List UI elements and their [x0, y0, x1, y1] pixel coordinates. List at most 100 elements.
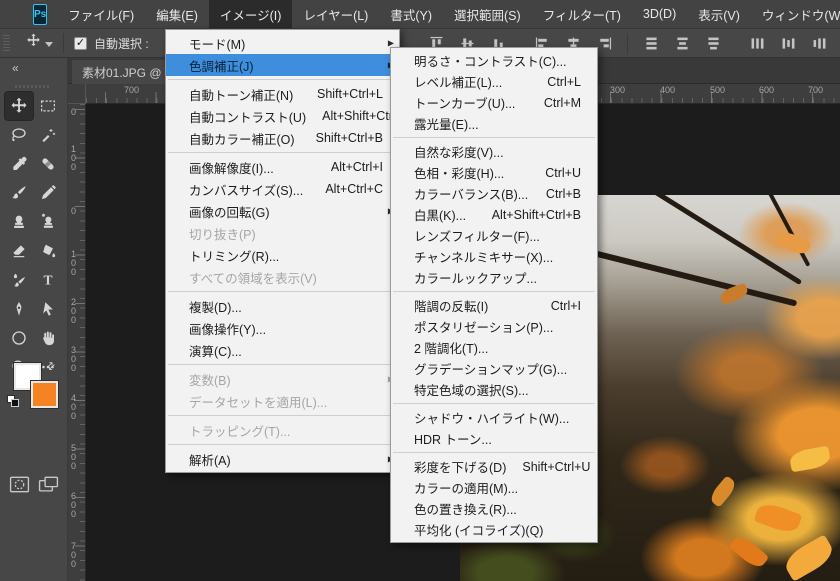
menu-item[interactable]: 複製(D)...: [166, 295, 399, 317]
menu-item[interactable]: 画像の回転(G)▶: [166, 200, 399, 222]
menu-item[interactable]: チャンネルミキサー(X)...: [391, 246, 597, 267]
panel-collapse-icon[interactable]: «: [12, 61, 18, 75]
screen-mode-icon[interactable]: [38, 476, 59, 498]
distribute-right-icon[interactable]: [808, 34, 830, 54]
menubar-item[interactable]: ファイル(F): [57, 0, 145, 28]
ruler-number: 600: [759, 85, 774, 95]
menubar-item[interactable]: 書式(Y): [379, 0, 443, 28]
panel-grip-icon[interactable]: [3, 35, 10, 51]
tool-pen[interactable]: [5, 295, 33, 323]
tool-mixer-brush[interactable]: [5, 266, 33, 294]
menu-item: データセットを適用(L)...: [166, 390, 399, 412]
tool-type[interactable]: T: [34, 266, 62, 294]
menu-item[interactable]: レベル補正(L)...Ctrl+L: [391, 71, 597, 92]
background-color-swatch[interactable]: [31, 381, 58, 408]
menu-item[interactable]: トリミング(R)...: [166, 244, 399, 266]
menu-item[interactable]: カラーの適用(M)...: [391, 477, 597, 498]
menu-item[interactable]: カラーバランス(B)...Ctrl+B: [391, 183, 597, 204]
tools-grid: T: [4, 91, 62, 381]
auto-select-label: 自動選択 :: [94, 35, 149, 52]
menu-item[interactable]: 自動トーン補正(N)Shift+Ctrl+L: [166, 83, 399, 105]
menubar-item[interactable]: 表示(V): [687, 0, 751, 28]
ruler-number: 0: [71, 207, 76, 216]
tool-hand[interactable]: [34, 324, 62, 352]
pen-icon: [10, 300, 28, 318]
menubar-item[interactable]: フィルター(T): [532, 0, 632, 28]
menu-item[interactable]: 画像操作(Y)...: [166, 317, 399, 339]
menu-item[interactable]: 解析(A)▶: [166, 448, 399, 470]
distribute-middle-icon[interactable]: [671, 34, 693, 54]
tool-magic-wand[interactable]: [34, 121, 62, 149]
menu-item[interactable]: 色相・彩度(H)...Ctrl+U: [391, 162, 597, 183]
lasso-icon: [10, 126, 28, 144]
menu-item[interactable]: 平均化 (イコライズ)(Q): [391, 519, 597, 540]
vertical-ruler[interactable]: 01 0 001 0 02 0 03 0 04 0 05 0 06 0 07 0…: [68, 104, 86, 581]
tool-rect-marquee[interactable]: [34, 92, 62, 120]
ruler-number: 0: [71, 108, 76, 117]
menu-item[interactable]: 自動コントラスト(U)Alt+Shift+Ctrl+L: [166, 105, 399, 127]
tool-eyedropper[interactable]: [5, 150, 33, 178]
menubar-item[interactable]: ウィンドウ(W): [751, 0, 840, 28]
menubar-item[interactable]: 選択範囲(S): [443, 0, 532, 28]
menu-item[interactable]: カンバスサイズ(S)...Alt+Ctrl+C: [166, 178, 399, 200]
menu-item[interactable]: 白黒(K)...Alt+Shift+Ctrl+B: [391, 204, 597, 225]
tool-paint-bucket[interactable]: [34, 237, 62, 265]
menu-item[interactable]: 演算(C)...: [166, 339, 399, 361]
chevron-down-icon[interactable]: [45, 42, 53, 47]
menu-item[interactable]: 自動カラー補正(O)Shift+Ctrl+B: [166, 127, 399, 149]
adjustments-submenu: 明るさ・コントラスト(C)...レベル補正(L)...Ctrl+Lトーンカーブ(…: [390, 47, 598, 543]
auto-select-checkbox[interactable]: ✓: [74, 37, 87, 50]
menu-item[interactable]: 画像解像度(I)...Alt+Ctrl+I: [166, 156, 399, 178]
menu-item[interactable]: 自然な彩度(V)...: [391, 141, 597, 162]
menu-item[interactable]: モード(M)▶: [166, 32, 399, 54]
menu-item[interactable]: HDR トーン...: [391, 428, 597, 449]
menu-item[interactable]: 色の置き換え(R)...: [391, 498, 597, 519]
distribute-center-icon[interactable]: [777, 34, 799, 54]
menu-item[interactable]: ポスタリゼーション(P)...: [391, 316, 597, 337]
swap-colors-icon[interactable]: ⇄: [44, 360, 58, 374]
menu-item[interactable]: レンズフィルター(F)...: [391, 225, 597, 246]
menubar-item[interactable]: 編集(E): [145, 0, 209, 28]
tool-eraser[interactable]: [5, 237, 33, 265]
menu-item[interactable]: 明るさ・コントラスト(C)...: [391, 50, 597, 71]
tool-pencil[interactable]: [34, 179, 62, 207]
menu-item[interactable]: カラールックアップ...: [391, 267, 597, 288]
menu-bar-items: ファイル(F)編集(E)イメージ(I)レイヤー(L)書式(Y)選択範囲(S)フィ…: [57, 0, 840, 28]
menu-item[interactable]: 彩度を下げる(D)Shift+Ctrl+U: [391, 456, 597, 477]
tool-panel: « T ⇄: [0, 58, 68, 581]
tool-move[interactable]: [5, 92, 33, 120]
menubar-item[interactable]: レイヤー(L): [292, 0, 379, 28]
tool-pattern-stamp[interactable]: [34, 208, 62, 236]
tool-ellipse[interactable]: [5, 324, 33, 352]
menu-item[interactable]: トーンカーブ(U)...Ctrl+M: [391, 92, 597, 113]
separator: [627, 34, 628, 54]
distribute-left-icon[interactable]: [746, 34, 768, 54]
menu-item[interactable]: グラデーションマップ(G)...: [391, 358, 597, 379]
default-colors-icon[interactable]: [7, 395, 20, 408]
rect-marquee-icon: [39, 97, 57, 115]
tool-path-select[interactable]: [34, 295, 62, 323]
hand-icon: [39, 329, 57, 347]
tool-lasso[interactable]: [5, 121, 33, 149]
quick-mask-icon[interactable]: [9, 476, 30, 498]
menu-item[interactable]: 露光量(E)...: [391, 113, 597, 134]
ruler-number: 500: [710, 85, 725, 95]
brush-icon: [10, 184, 28, 202]
menu-separator: [168, 291, 397, 292]
tool-brush[interactable]: [5, 179, 33, 207]
tool-healing-brush[interactable]: [34, 150, 62, 178]
distribute-bottom-icon[interactable]: [702, 34, 724, 54]
menu-item[interactable]: 階調の反転(I)Ctrl+I: [391, 295, 597, 316]
menu-item[interactable]: シャドウ・ハイライト(W)...: [391, 407, 597, 428]
tool-clone-stamp[interactable]: [5, 208, 33, 236]
eraser-icon: [10, 242, 28, 260]
ruler-number: 5 0 0: [71, 444, 76, 471]
distribute-top-icon[interactable]: [640, 34, 662, 54]
branch-shape: [574, 195, 802, 286]
menubar-item[interactable]: イメージ(I): [209, 0, 293, 28]
menu-separator: [168, 415, 397, 416]
menubar-item[interactable]: 3D(D): [632, 0, 687, 28]
menu-item[interactable]: 色調補正(J)▶: [166, 54, 399, 76]
menu-item[interactable]: 特定色域の選択(S)...: [391, 379, 597, 400]
menu-item[interactable]: 2 階調化(T)...: [391, 337, 597, 358]
